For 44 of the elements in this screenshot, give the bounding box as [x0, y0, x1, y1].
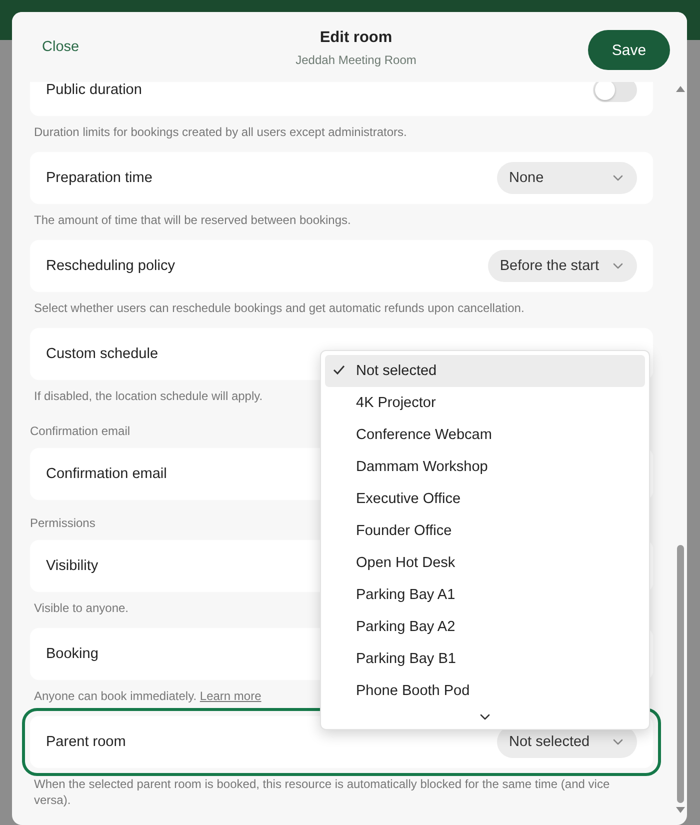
scroll-down-icon[interactable] — [676, 807, 684, 813]
scrollbar-thumb[interactable] — [676, 545, 684, 803]
dropdown-option[interactable]: Parking Bay A2 — [325, 611, 645, 643]
close-button[interactable]: Close — [42, 39, 80, 55]
dropdown-option[interactable]: Parking Bay B1 — [325, 643, 645, 675]
dialog-subtitle: Jeddah Meeting Room — [296, 53, 416, 67]
chevron-down-icon — [613, 175, 623, 181]
setting-label: Custom schedule — [46, 346, 158, 362]
scroll-down-icon — [480, 714, 490, 720]
dropdown-option[interactable]: Founder Office — [325, 515, 645, 547]
select-field[interactable]: None — [497, 162, 637, 194]
setting-label: Booking — [46, 646, 98, 662]
setting-description: If disabled, the location schedule will apply. — [34, 389, 263, 403]
dropdown-option[interactable]: Conference Webcam — [325, 419, 645, 451]
setting-description: Select whether users can reschedule bookings and get automatic refunds upon cancellation. — [34, 301, 524, 315]
setting-label: Public duration — [46, 82, 142, 98]
setting-description: When the selected parent room is booked, this resource is automatically blocked for the same time (and vice versa). — [34, 777, 610, 807]
learn-more-link[interactable]: Learn more — [200, 689, 262, 703]
setting-description: Anyone can book immediately. Learn more — [34, 689, 262, 703]
scroll-up-icon[interactable] — [676, 86, 684, 92]
section-heading: Permissions — [30, 516, 96, 530]
dropdown-option[interactable]: 4K Projector — [325, 387, 645, 419]
setting-label: Visibility — [46, 558, 98, 574]
chevron-down-icon — [613, 263, 623, 269]
select-field[interactable]: Before the start — [488, 250, 637, 282]
dropdown-option[interactable]: Phone Booth Pod — [325, 675, 645, 707]
chevron-down-icon — [613, 739, 623, 745]
dropdown-option[interactable]: Not selected — [325, 355, 645, 387]
setting-label: Preparation time — [46, 170, 152, 186]
toggle-switch[interactable] — [593, 82, 637, 102]
dropdown-option[interactable]: Executive Office — [325, 483, 645, 515]
dropdown-option[interactable]: Dammam Workshop — [325, 451, 645, 483]
setting-description: The amount of time that will be reserved between bookings. — [34, 213, 351, 227]
setting-label: Confirmation email — [46, 466, 167, 482]
setting-label: Rescheduling policy — [46, 258, 175, 274]
save-button[interactable]: Save — [588, 30, 670, 70]
dropdown-option[interactable]: Open Hot Desk — [325, 547, 645, 579]
setting-description: Visible to anyone. — [34, 601, 129, 615]
setting-label: Parent room — [46, 734, 126, 750]
dropdown-option[interactable]: Parking Bay A1 — [325, 579, 645, 611]
dialog-title: Edit room — [320, 29, 392, 47]
section-heading: Confirmation email — [30, 424, 130, 438]
check-icon — [333, 365, 345, 375]
setting-description: Duration limits for bookings created by all users except administrators. — [34, 125, 407, 139]
